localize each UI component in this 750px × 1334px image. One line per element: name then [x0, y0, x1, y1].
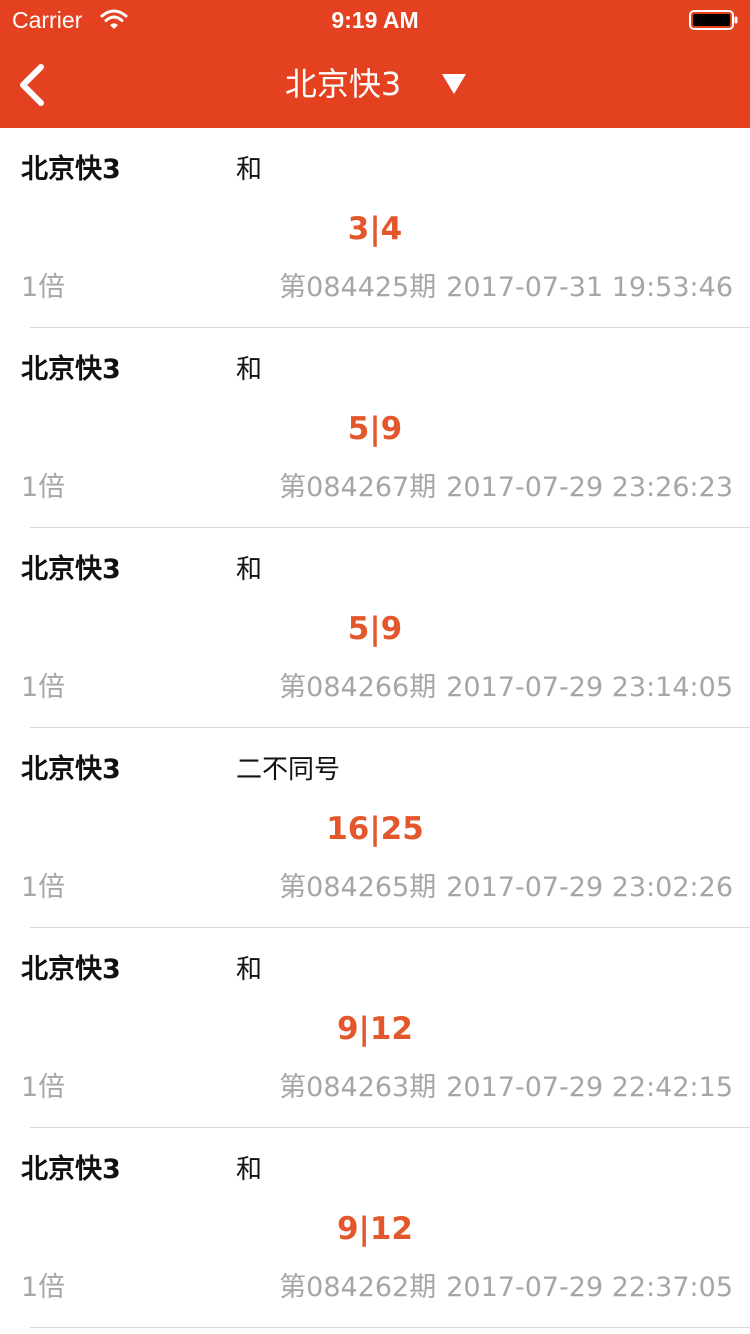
multiple-label: 1倍	[21, 272, 66, 303]
battery-icon	[689, 10, 738, 30]
list-item[interactable]: 北京快3 和 5|9 1倍 第084267期 2017-07-29 23:26:2…	[0, 328, 750, 528]
issue-number: 第084266期	[279, 672, 437, 703]
issue-number: 第084265期	[279, 872, 437, 903]
bet-numbers: 5|9	[347, 411, 403, 447]
lottery-selector[interactable]: 北京快3	[0, 40, 750, 128]
issue-meta: 第084262期 2017-07-29 22:37:05	[279, 1268, 733, 1308]
app-screen: Carrier 9:19 AM 北京快3 北京快3 和 3|4 1倍 第0844…	[0, 0, 750, 1334]
bet-numbers: 5|9	[347, 611, 403, 647]
lottery-name: 北京快3	[21, 154, 121, 185]
lottery-name: 北京快3	[21, 954, 121, 985]
play-type: 和	[236, 955, 263, 985]
top-bar: Carrier 9:19 AM 北京快3	[0, 0, 750, 128]
lottery-name: 北京快3	[21, 354, 121, 385]
issue-meta: 第084267期 2017-07-29 23:26:23	[279, 468, 733, 508]
multiple-label: 1倍	[21, 672, 66, 703]
lottery-name: 北京快3	[21, 1154, 121, 1185]
divider	[30, 1327, 750, 1328]
play-type: 和	[236, 555, 263, 585]
back-button[interactable]	[0, 40, 80, 128]
issue-meta: 第084265期 2017-07-29 23:02:26	[279, 868, 733, 908]
bet-datetime: 2017-07-29 23:02:26	[446, 872, 733, 903]
play-type: 二不同号	[236, 755, 341, 785]
play-type: 和	[236, 155, 263, 185]
chevron-left-icon	[20, 64, 44, 106]
list-item[interactable]: 北京快3 二不同号 16|25 1倍 第084265期 2017-07-29 23…	[0, 728, 750, 928]
navigation-bar: 北京快3	[0, 40, 750, 128]
issue-number: 第084267期	[279, 472, 437, 503]
status-bar: Carrier 9:19 AM	[0, 0, 750, 40]
bet-datetime: 2017-07-29 23:26:23	[446, 472, 733, 503]
bet-record-list: 北京快3 和 3|4 1倍 第084425期 2017-07-31 19:53:4…	[0, 128, 750, 1328]
list-item[interactable]: 北京快3 和 9|12 1倍 第084262期 2017-07-29 22:37:…	[0, 1128, 750, 1328]
bet-datetime: 2017-07-31 19:53:46	[446, 272, 733, 303]
bet-datetime: 2017-07-29 22:37:05	[446, 1272, 733, 1303]
issue-number: 第084425期	[279, 272, 437, 303]
list-item[interactable]: 北京快3 和 5|9 1倍 第084266期 2017-07-29 23:14:0…	[0, 528, 750, 728]
page-title: 北京快3	[284, 65, 402, 103]
play-type: 和	[236, 355, 263, 385]
issue-meta: 第084425期 2017-07-31 19:53:46	[279, 268, 733, 308]
list-item[interactable]: 北京快3 和 9|12 1倍 第084263期 2017-07-29 22:42:…	[0, 928, 750, 1128]
issue-meta: 第084266期 2017-07-29 23:14:05	[279, 668, 733, 708]
issue-number: 第084262期	[279, 1272, 437, 1303]
status-time: 9:19 AM	[331, 7, 419, 33]
bet-datetime: 2017-07-29 22:42:15	[446, 1072, 733, 1103]
bet-numbers: 9|12	[336, 1011, 414, 1047]
multiple-label: 1倍	[21, 1272, 66, 1303]
multiple-label: 1倍	[21, 1072, 66, 1103]
lottery-name: 北京快3	[21, 754, 121, 785]
multiple-label: 1倍	[21, 472, 66, 503]
triangle-down-icon	[442, 74, 467, 94]
multiple-label: 1倍	[21, 872, 66, 903]
bet-datetime: 2017-07-29 23:14:05	[446, 672, 733, 703]
issue-meta: 第084263期 2017-07-29 22:42:15	[279, 1068, 733, 1108]
bet-numbers: 16|25	[326, 811, 424, 847]
list-item[interactable]: 北京快3 和 3|4 1倍 第084425期 2017-07-31 19:53:4…	[0, 128, 750, 328]
issue-number: 第084263期	[279, 1072, 437, 1103]
bet-numbers: 9|12	[336, 1211, 414, 1247]
lottery-name: 北京快3	[21, 554, 121, 585]
bet-numbers: 3|4	[347, 211, 403, 247]
play-type: 和	[236, 1155, 263, 1185]
